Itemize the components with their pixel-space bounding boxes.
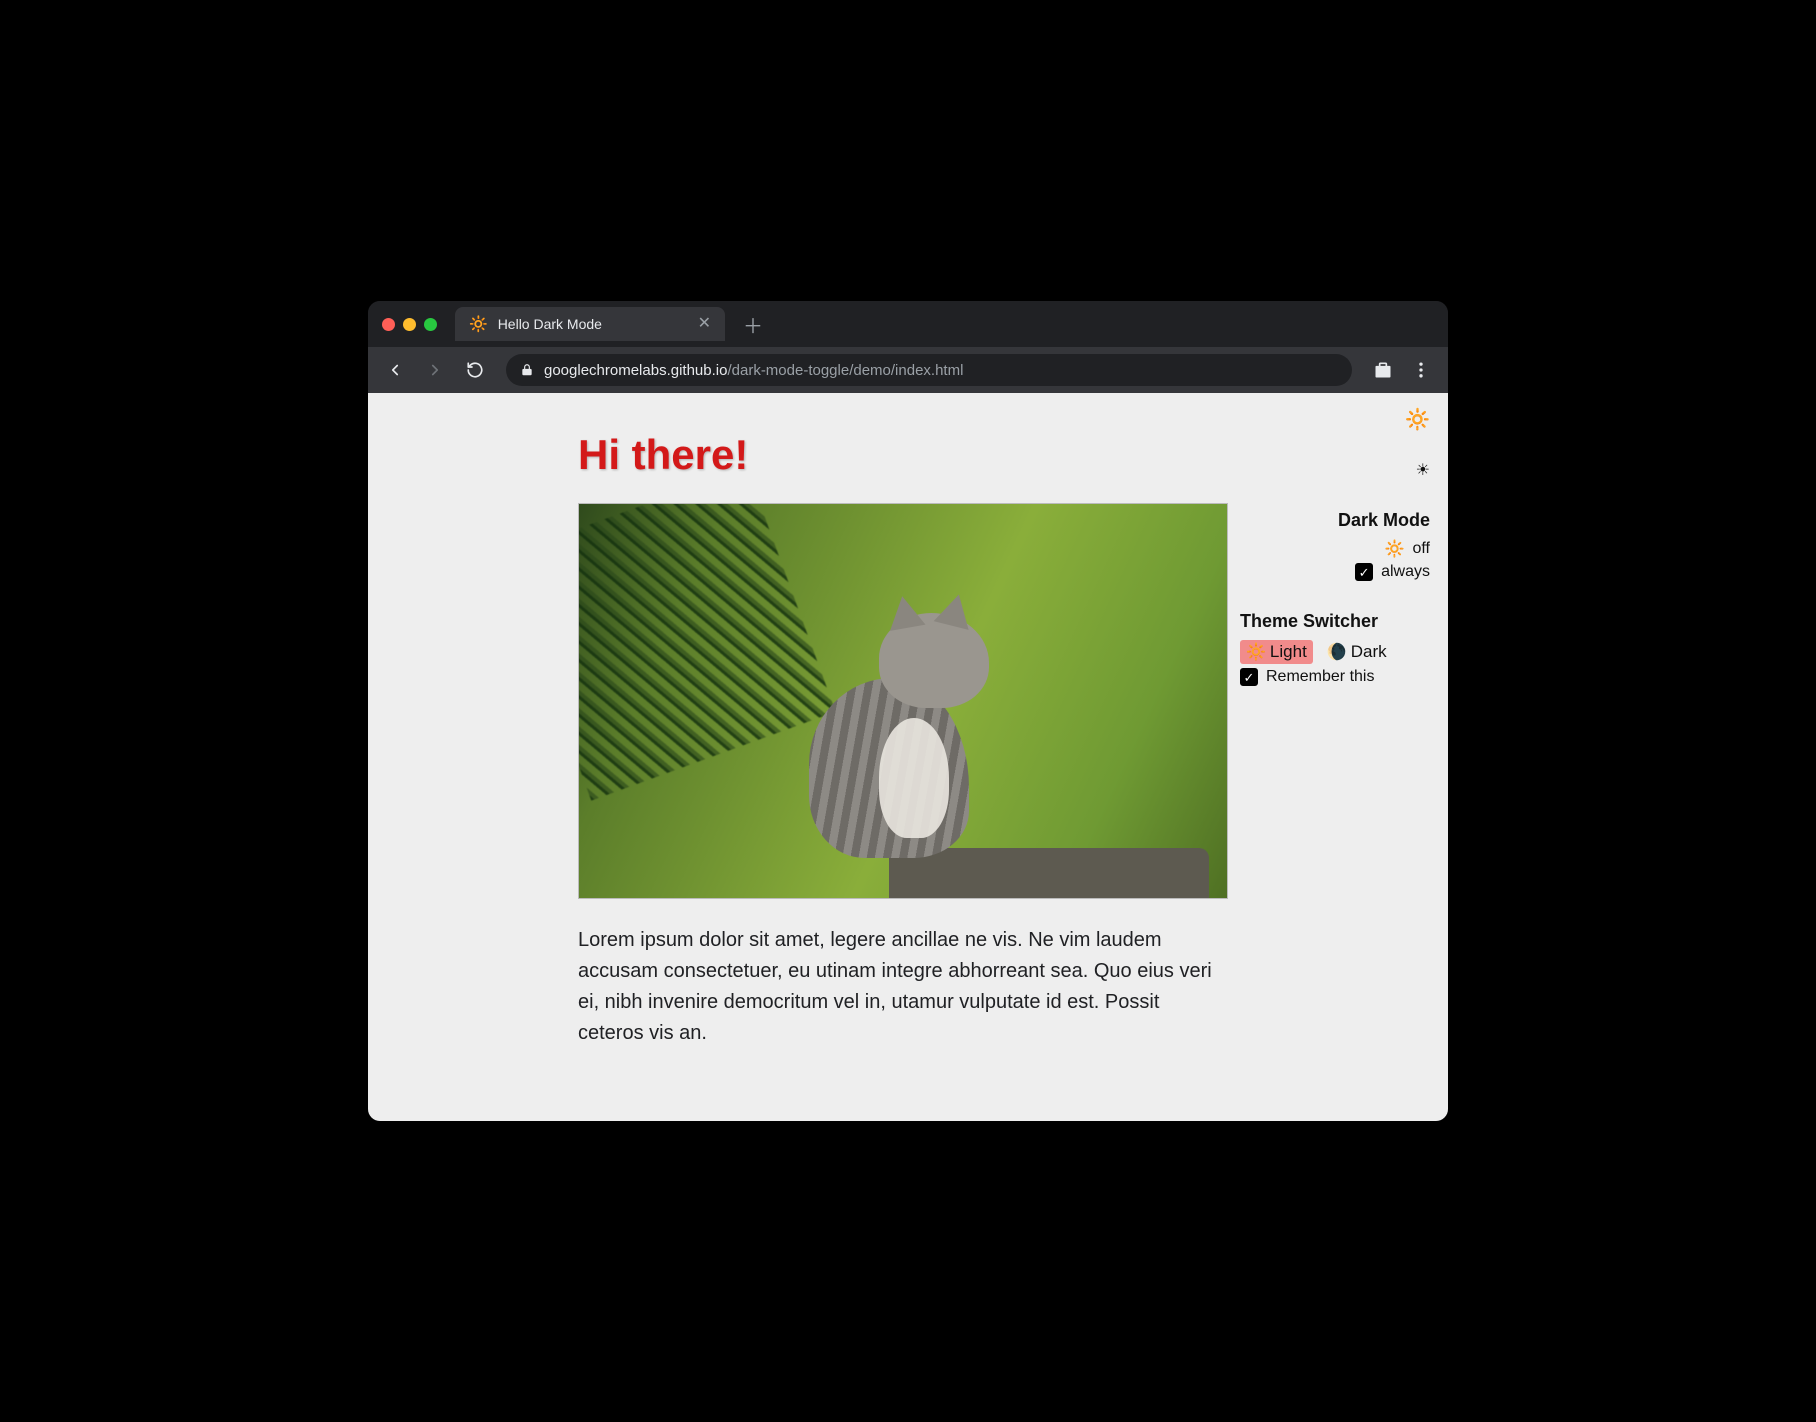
new-tab-button[interactable]: ＋	[739, 310, 767, 338]
tab-title: Hello Dark Mode	[498, 316, 688, 332]
moon-icon: 🌘	[1327, 642, 1347, 662]
reload-button[interactable]	[458, 353, 492, 387]
theme-switcher-widget: Theme Switcher 🔆 Light 🌘 Dark Re	[1240, 611, 1430, 686]
checkbox-checked-icon[interactable]	[1240, 668, 1258, 686]
window-controls	[382, 318, 437, 331]
window-zoom-button[interactable]	[424, 318, 437, 331]
main-column: Hi there! Lorem ipsum dolor sit amet, le…	[578, 413, 1228, 1049]
browser-toolbar: googlechromelabs.github.io/dark-mode-tog…	[368, 347, 1448, 393]
sun-icon: 🔆	[1246, 642, 1266, 662]
tab-strip: 🔆 Hello Dark Mode ✕ ＋	[368, 301, 1448, 347]
back-button[interactable]	[378, 353, 412, 387]
dark-mode-widget: Dark Mode 🔆 off always	[1240, 510, 1430, 581]
window-minimize-button[interactable]	[403, 318, 416, 331]
forward-button[interactable]	[418, 353, 452, 387]
tab-favicon-sun-icon: 🔆	[469, 317, 488, 332]
theme-switcher-title: Theme Switcher	[1240, 611, 1430, 632]
window-close-button[interactable]	[382, 318, 395, 331]
dark-mode-status-row[interactable]: 🔆 off	[1240, 539, 1430, 559]
body-paragraph: Lorem ipsum dolor sit amet, legere ancil…	[578, 925, 1218, 1049]
side-panel: 🔆 ☀ Dark Mode 🔆 off always	[1240, 407, 1430, 690]
dark-mode-always-row[interactable]: always	[1240, 563, 1430, 581]
theme-option-light-label: Light	[1270, 642, 1307, 662]
checkbox-checked-icon[interactable]	[1355, 563, 1373, 581]
theme-options-row: 🔆 Light 🌘 Dark	[1240, 640, 1430, 664]
page-content: Hi there! Lorem ipsum dolor sit amet, le…	[368, 393, 1448, 1089]
sun-icon: 🔆	[1405, 407, 1430, 432]
corner-brightness-toggle[interactable]: ☀	[1240, 460, 1430, 480]
chrome-menu-button[interactable]	[1404, 353, 1438, 387]
theme-option-light[interactable]: 🔆 Light	[1240, 640, 1313, 664]
theme-option-dark[interactable]: 🌘 Dark	[1321, 640, 1393, 664]
browser-window: 🔆 Hello Dark Mode ✕ ＋ googlechromelabs.g…	[368, 301, 1448, 1121]
page-viewport[interactable]: Hi there! Lorem ipsum dolor sit amet, le…	[368, 393, 1448, 1121]
url-text: googlechromelabs.github.io/dark-mode-tog…	[544, 362, 963, 379]
theme-remember-row[interactable]: Remember this	[1240, 668, 1430, 686]
dark-mode-always-label: always	[1381, 563, 1430, 581]
lock-icon	[520, 363, 534, 377]
sun-icon: 🔆	[1385, 539, 1405, 559]
corner-sun-toggle[interactable]: 🔆	[1240, 407, 1430, 432]
theme-remember-label: Remember this	[1266, 668, 1374, 686]
extensions-button[interactable]	[1366, 353, 1400, 387]
brightness-icon: ☀	[1416, 460, 1430, 480]
hero-image-kitten	[578, 503, 1228, 899]
url-host: googlechromelabs.github.io	[544, 362, 727, 379]
dark-mode-title: Dark Mode	[1240, 510, 1430, 531]
theme-option-dark-label: Dark	[1351, 642, 1387, 662]
page-heading: Hi there!	[578, 431, 1228, 479]
browser-tab[interactable]: 🔆 Hello Dark Mode ✕	[455, 307, 725, 341]
tab-close-icon[interactable]: ✕	[698, 316, 711, 332]
dark-mode-status-label: off	[1413, 540, 1431, 558]
url-path: /dark-mode-toggle/demo/index.html	[727, 362, 963, 379]
address-bar[interactable]: googlechromelabs.github.io/dark-mode-tog…	[506, 354, 1352, 386]
